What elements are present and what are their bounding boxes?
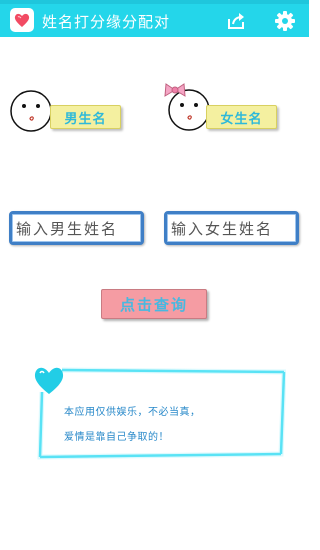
boy-face-icon	[8, 88, 54, 134]
query-button[interactable]: 点击查询	[101, 289, 207, 319]
app-header: 姓名打分缘分配对	[0, 4, 309, 37]
share-icon[interactable]	[226, 11, 246, 31]
male-name-input[interactable]: 输入男生姓名	[9, 211, 144, 245]
girl-face-icon	[162, 80, 212, 134]
gear-icon[interactable]	[274, 10, 296, 32]
heart-icon	[31, 362, 67, 398]
disclaimer-line-1: 本应用仅供娱乐，不必当真，	[64, 407, 201, 418]
female-name-tag: 女生名	[206, 105, 277, 129]
male-name-tag: 男生名	[50, 105, 121, 129]
female-name-input[interactable]: 输入女生姓名	[164, 211, 299, 245]
heart-app-icon	[10, 8, 34, 32]
app-title: 姓名打分缘分配对	[42, 13, 171, 31]
disclaimer-line-2: 爱情是靠自己争取的！	[64, 432, 169, 443]
